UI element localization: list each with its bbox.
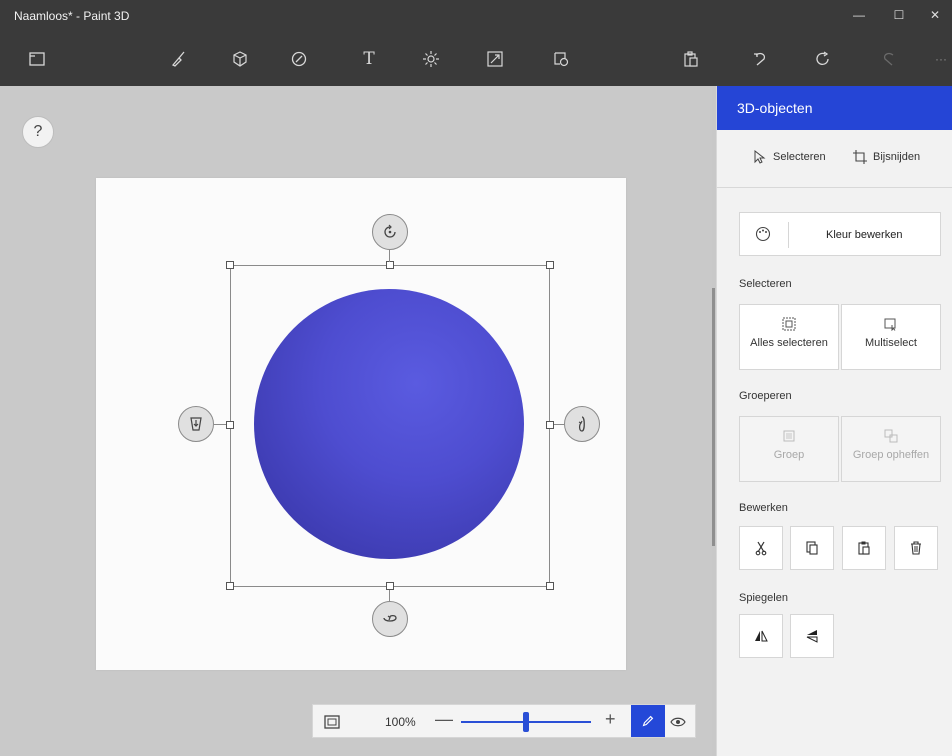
vertical-scrollbar[interactable] [712,288,715,546]
text-icon[interactable]: T [354,44,384,74]
group-icon [783,430,795,442]
main-toolbar: T ··· [0,32,952,86]
select-all-icon [782,317,796,331]
resize-handle-bottom-right[interactable] [546,582,554,590]
ungroup-label: Groep opheffen [852,449,930,461]
edit-color-button[interactable]: Kleur bewerken [739,212,941,256]
select-all-label: Alles selecteren [750,337,828,349]
copy-icon [806,541,818,555]
flip-horizontal-icon [755,630,768,642]
close-button[interactable]: ✕ [918,0,952,32]
delete-button[interactable] [894,526,938,570]
zoom-bar: 100% — + [312,704,696,738]
crop-tool-button[interactable]: Bijsnijden [853,150,920,164]
select-tool-label: Selecteren [773,151,826,163]
3d-shapes-icon[interactable] [225,44,255,74]
panel-title: 3D-objecten [717,86,952,130]
flip-horizontal-button[interactable] [739,614,783,658]
select-tool-button[interactable]: Selecteren [753,150,826,164]
history-icon[interactable] [808,44,838,74]
stickers-icon[interactable] [284,44,314,74]
properties-panel: 3D-objecten Selecteren Bijsnijden Kleur … [716,86,952,756]
menu-icon[interactable] [22,44,52,74]
resize-handle-top-left[interactable] [226,261,234,269]
clipboard-icon [858,541,870,555]
help-button[interactable]: ? [22,116,54,148]
resize-handle-top-right[interactable] [546,261,554,269]
flip-vertical-button[interactable] [790,614,834,658]
resize-handle-right[interactable] [546,421,554,429]
panel-tools: Selecteren Bijsnijden [717,130,952,188]
push-back-icon[interactable] [178,406,214,442]
rotate-z-icon[interactable] [372,214,408,250]
palette-icon [755,226,771,242]
more-icon[interactable]: ··· [926,44,952,74]
multiselect-icon [884,318,896,331]
gizmo-connector [389,250,390,262]
section-group-heading: Groeperen [739,390,792,402]
fit-screen-icon[interactable] [323,713,341,731]
effects-icon[interactable] [416,44,446,74]
scissors-icon [755,541,767,556]
resize-handle-bottom-left[interactable] [226,582,234,590]
paste-icon[interactable] [676,44,706,74]
brush-icon[interactable] [163,44,193,74]
view-3d-icon[interactable] [669,713,687,731]
paste-button[interactable] [842,526,886,570]
title-bar: Naamloos* - Paint 3D — ☐ ✕ [0,0,952,32]
group-button: Groep [739,416,839,482]
button-divider [788,222,789,248]
undo-icon[interactable] [745,44,775,74]
gizmo-connector [214,424,226,425]
zoom-in-button[interactable]: + [605,709,616,730]
pen-mode-button[interactable] [631,705,665,737]
flip-vertical-icon [806,630,818,643]
3d-library-icon[interactable] [546,44,576,74]
window-title: Naamloos* - Paint 3D [14,9,130,23]
ungroup-button: Groep opheffen [841,416,941,482]
select-all-button[interactable]: Alles selecteren [739,304,839,370]
section-select-heading: Selecteren [739,278,792,290]
edit-color-label: Kleur bewerken [826,229,903,241]
crop-tool-label: Bijsnijden [873,151,921,163]
crop-icon [853,150,867,164]
resize-handle-left[interactable] [226,421,234,429]
section-edit-heading: Bewerken [739,502,788,514]
resize-handle-top[interactable] [386,261,394,269]
redo-icon [874,44,904,74]
group-label: Groep [773,449,805,461]
multiselect-label: Multiselect [865,337,917,349]
canvas-icon[interactable] [480,44,510,74]
copy-button[interactable] [790,526,834,570]
ungroup-icon [884,429,898,443]
rotate-x-icon[interactable] [372,601,408,637]
multiselect-button[interactable]: Multiselect [841,304,941,370]
gizmo-connector [554,424,564,425]
rotate-y-icon[interactable] [564,406,600,442]
zoom-out-button[interactable]: — [435,709,453,730]
section-mirror-heading: Spiegelen [739,592,788,604]
maximize-button[interactable]: ☐ [878,0,920,32]
cursor-icon [754,150,766,164]
sphere-3d-object[interactable] [254,289,524,559]
minimize-button[interactable]: — [838,0,880,32]
trash-icon [911,541,921,555]
cut-button[interactable] [739,526,783,570]
resize-handle-bottom[interactable] [386,582,394,590]
zoom-slider-thumb[interactable] [523,712,529,732]
zoom-percentage: 100% [385,715,416,729]
pen-icon [642,715,654,727]
